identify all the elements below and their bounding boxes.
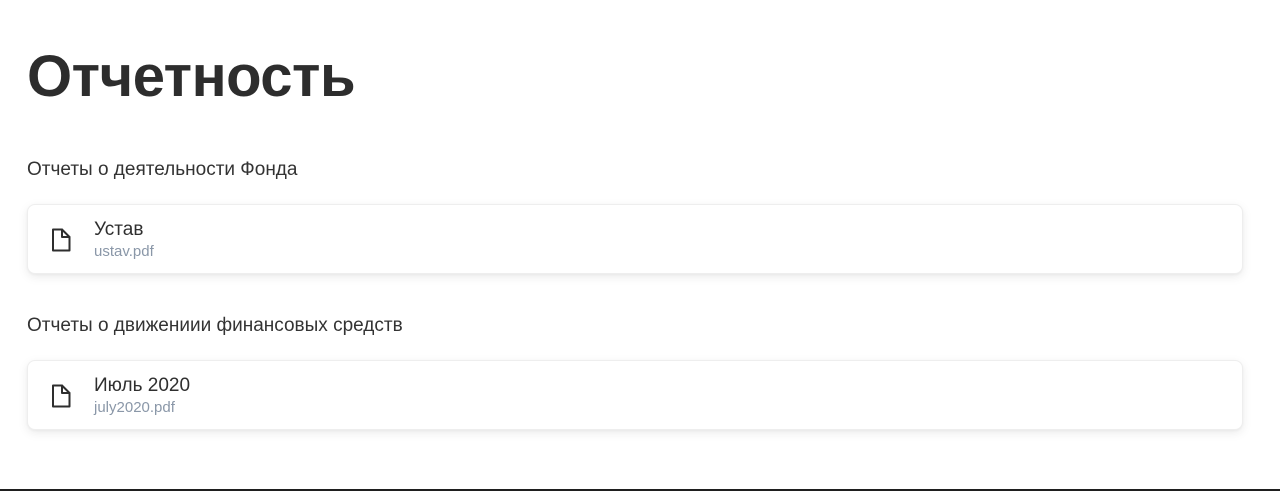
section-title-activity-reports: Отчеты о деятельности Фонда <box>27 159 298 180</box>
document-icon <box>52 384 71 408</box>
document-icon <box>52 228 71 252</box>
file-name: Июль 2020 <box>94 375 191 396</box>
file-filename: ustav.pdf <box>94 243 154 260</box>
file-filename: july2020.pdf <box>94 399 175 416</box>
file-card-ustav[interactable]: Устав ustav.pdf <box>27 204 1243 274</box>
file-name: Устав <box>94 219 144 240</box>
page-title: Отчетность <box>27 44 356 109</box>
section-title-financial-reports: Отчеты о движениии финансовых средств <box>27 315 403 336</box>
file-card-july2020[interactable]: Июль 2020 july2020.pdf <box>27 360 1243 430</box>
